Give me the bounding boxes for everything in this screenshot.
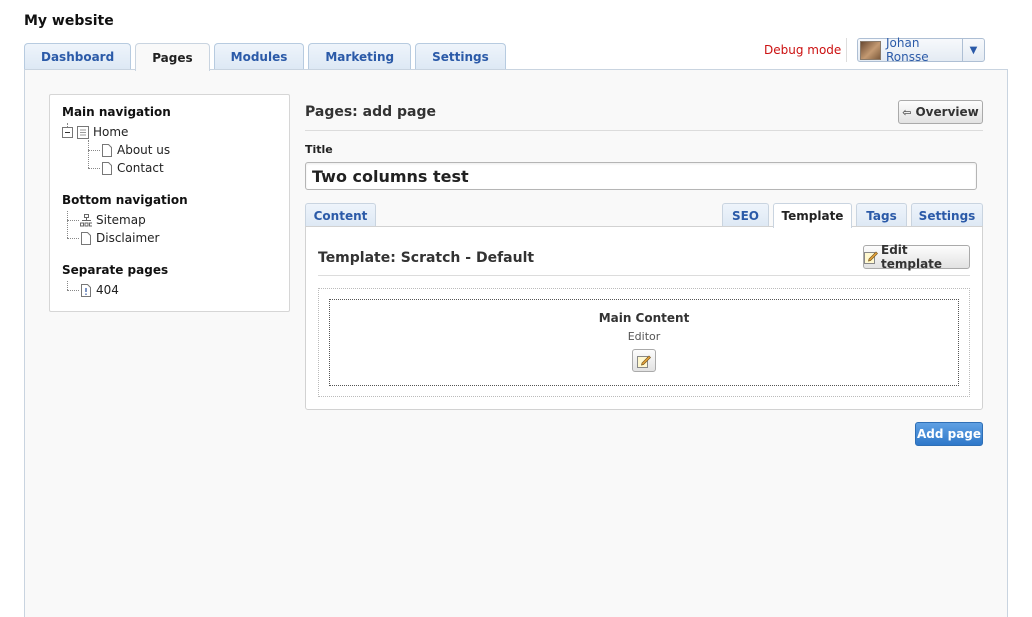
- heading-divider: [305, 130, 983, 131]
- sitemap-icon: [80, 213, 92, 227]
- overview-button-label: Overview: [915, 105, 979, 119]
- tab-modules[interactable]: Modules: [213, 43, 305, 70]
- user-name: Johan Ronsse: [886, 36, 929, 64]
- collapse-icon[interactable]: [61, 126, 73, 139]
- tree-line: [67, 211, 68, 238]
- tab-seo[interactable]: SEO: [722, 203, 769, 227]
- tree-item-contact[interactable]: Contact: [101, 161, 164, 175]
- tree-item-about-us[interactable]: About us: [101, 143, 170, 157]
- tree-line: [88, 168, 100, 169]
- arrow-left-icon: ⇦: [902, 105, 912, 119]
- tab-dashboard[interactable]: Dashboard: [24, 43, 132, 70]
- block-subtitle: Editor: [627, 330, 661, 343]
- edit-icon: [864, 250, 878, 264]
- page-icon: [80, 231, 92, 245]
- main-tabs: Dashboard Pages Modules Marketing Settin…: [24, 43, 506, 71]
- tab-settings[interactable]: Settings: [415, 43, 506, 70]
- edit-template-label: Edit template: [881, 243, 943, 271]
- edit-block-button[interactable]: [632, 349, 656, 372]
- tree-line: [88, 140, 89, 168]
- sidebar: Main navigation Home About us Contact Bo…: [49, 94, 290, 312]
- tab-content[interactable]: Content: [305, 203, 376, 227]
- tree-item-label: About us: [117, 143, 171, 157]
- tree-line: [67, 290, 79, 291]
- tree-item-label: Home: [93, 125, 129, 139]
- tree-item-sitemap[interactable]: Sitemap: [80, 213, 146, 227]
- overview-button[interactable]: ⇦ Overview: [898, 100, 983, 124]
- page-icon: [101, 143, 113, 157]
- tab-marketing[interactable]: Marketing: [308, 43, 412, 70]
- tree-line: [67, 281, 68, 290]
- add-page-button[interactable]: Add page: [915, 422, 983, 446]
- tab-template[interactable]: Template: [773, 203, 852, 228]
- tree-line: [88, 150, 100, 151]
- tree-item-404[interactable]: 404: [80, 283, 119, 297]
- tree-item-label: 404: [96, 283, 119, 297]
- title-input[interactable]: [305, 162, 977, 190]
- separate-pages-heading: Separate pages: [62, 263, 169, 277]
- caret-down-icon[interactable]: ▼: [962, 39, 984, 61]
- tree-line: [67, 238, 79, 239]
- tab-tags[interactable]: Tags: [856, 203, 907, 227]
- page-list-icon: [77, 125, 89, 139]
- tab-page-settings[interactable]: Settings: [911, 203, 983, 227]
- debug-mode-link[interactable]: Debug mode: [764, 43, 841, 57]
- edit-icon: [637, 354, 651, 368]
- page-title: Pages: add page: [305, 104, 437, 120]
- block-title: Main Content: [598, 311, 690, 325]
- title-label: Title: [305, 143, 333, 156]
- site-title: My website: [24, 13, 114, 29]
- tree-line: [67, 220, 79, 221]
- main-navigation-heading: Main navigation: [62, 105, 171, 119]
- tree-item-home[interactable]: Home: [61, 125, 128, 139]
- tree-item-label: Contact: [117, 161, 164, 175]
- page-icon: [101, 161, 113, 175]
- header-divider: [846, 38, 847, 62]
- avatar: [860, 40, 881, 60]
- tree-item-label: Disclaimer: [96, 231, 160, 245]
- bottom-navigation-heading: Bottom navigation: [62, 193, 188, 207]
- template-divider: [318, 275, 970, 276]
- edit-template-button[interactable]: Edit template: [863, 243, 970, 271]
- error-page-icon: [80, 283, 92, 297]
- tree-item-disclaimer[interactable]: Disclaimer: [80, 231, 159, 245]
- tree-item-label: Sitemap: [96, 213, 146, 227]
- tab-pages[interactable]: Pages: [135, 43, 210, 71]
- user-menu[interactable]: Johan Ronsse ▼: [857, 36, 985, 64]
- template-heading: Template: Scratch - Default: [318, 250, 535, 266]
